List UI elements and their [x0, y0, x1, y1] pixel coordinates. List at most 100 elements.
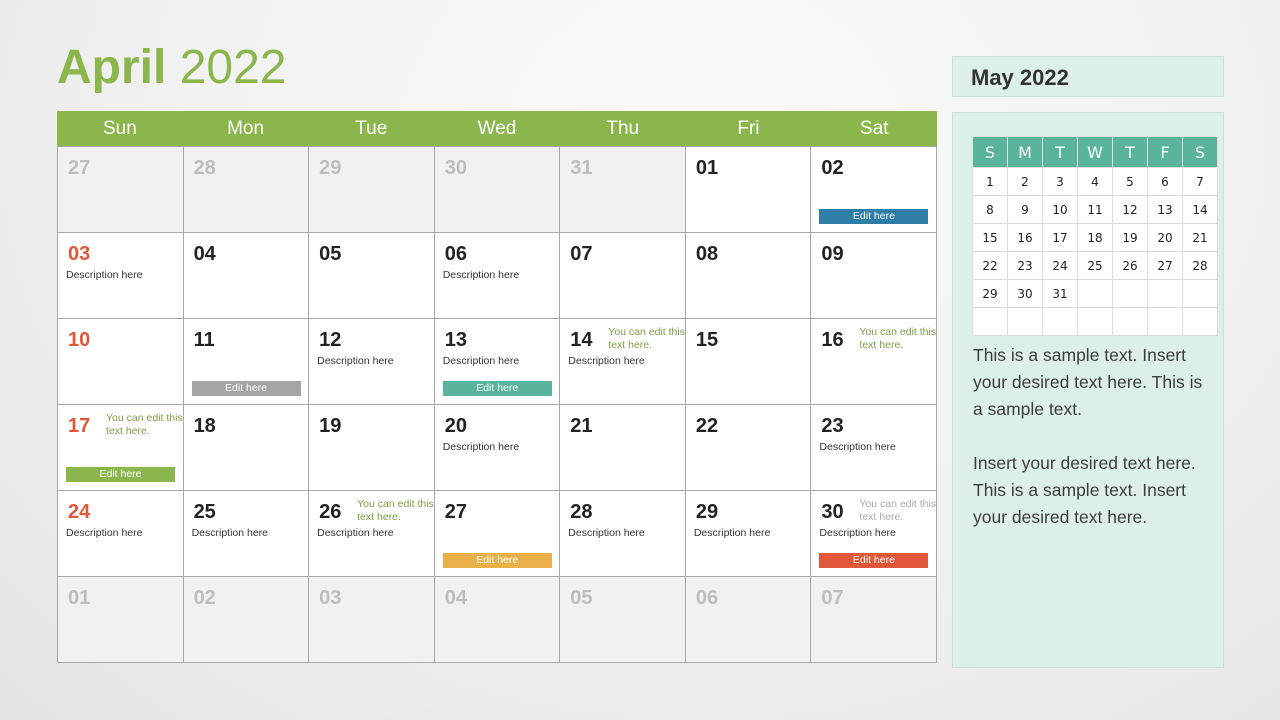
- day-cell[interactable]: 06: [685, 577, 812, 663]
- mini-day: 10: [1042, 195, 1078, 224]
- may-title: May 2022: [971, 65, 1069, 90]
- day-cell[interactable]: 02: [183, 577, 310, 663]
- day-cell[interactable]: 21: [560, 405, 686, 491]
- day-cell[interactable]: 19: [309, 405, 435, 491]
- weekday-mon: Mon: [227, 118, 265, 139]
- mini-week-row: 15 16 17 18 19 20 21: [972, 223, 1218, 252]
- day-cell[interactable]: 17 You can edit this text here. Edit here: [58, 405, 184, 491]
- day-cell[interactable]: 03: [309, 577, 435, 663]
- mini-day: [1077, 307, 1113, 336]
- day-description: Description here: [191, 527, 269, 539]
- day-number: 08: [695, 243, 719, 265]
- day-number: 17: [68, 415, 91, 437]
- day-description: Description here: [819, 441, 896, 453]
- day-number: 28: [570, 501, 593, 523]
- day-description: Description here: [442, 355, 520, 367]
- day-cell[interactable]: 01: [685, 147, 812, 233]
- day-number: 10: [68, 329, 91, 351]
- mini-day: [1042, 307, 1078, 336]
- mini-day: 9: [1007, 195, 1043, 224]
- day-number: 03: [68, 243, 91, 265]
- edit-here-button[interactable]: Edit here: [442, 381, 552, 396]
- mini-day: [1007, 307, 1043, 336]
- day-cell[interactable]: 20 Description here: [434, 405, 561, 491]
- day-cell[interactable]: 28: [183, 147, 310, 233]
- day-cell[interactable]: 05: [309, 233, 435, 319]
- day-cell[interactable]: 02 Edit here: [811, 147, 937, 233]
- april-calendar: Sun Mon Tue Wed Thu Fri Sat 27 28 29 30 31 01 02 Edit…: [57, 111, 937, 663]
- day-cell[interactable]: 23 Description here: [811, 405, 937, 491]
- mini-weekday: S: [972, 136, 1008, 168]
- edit-here-button[interactable]: Edit here: [66, 467, 175, 482]
- day-number: 30: [821, 501, 844, 523]
- day-cell[interactable]: 30: [434, 147, 561, 233]
- day-number: 09: [821, 243, 844, 265]
- edit-here-button[interactable]: Edit here: [442, 553, 552, 568]
- day-number: 26: [319, 501, 342, 523]
- mini-day: 18: [1077, 223, 1113, 252]
- mini-day: 17: [1042, 223, 1078, 252]
- day-cell[interactable]: 26 You can edit this text here. Descriptio…: [309, 491, 435, 577]
- edit-here-button[interactable]: Edit here: [819, 553, 929, 568]
- sidebar-text-2: Insert your desired text here. This is a…: [973, 453, 1196, 527]
- day-number: 07: [570, 243, 593, 265]
- day-cell[interactable]: 24 Description here: [58, 491, 184, 577]
- title-month: April: [57, 41, 167, 94]
- day-cell[interactable]: 05: [560, 577, 686, 663]
- day-cell[interactable]: 18: [183, 405, 310, 491]
- day-cell[interactable]: 29: [309, 147, 435, 233]
- day-cell[interactable]: 27: [58, 147, 184, 233]
- mini-day: [972, 307, 1008, 336]
- day-cell[interactable]: 16 You can edit this text here.: [811, 319, 937, 405]
- day-cell[interactable]: 04: [183, 233, 310, 319]
- edit-here-button[interactable]: Edit here: [191, 381, 301, 396]
- mini-day: [1147, 279, 1183, 308]
- day-cell[interactable]: 03 Description here: [58, 233, 184, 319]
- mini-day: 21: [1182, 223, 1218, 252]
- mini-day: 24: [1042, 251, 1078, 280]
- edit-here-button[interactable]: Edit here: [819, 209, 929, 224]
- day-number: 04: [444, 587, 467, 609]
- day-description: Description here: [693, 527, 771, 539]
- day-cell[interactable]: 10: [58, 319, 184, 405]
- day-cell[interactable]: 12 Description here: [309, 319, 435, 405]
- day-cell[interactable]: 25 Description here: [183, 491, 310, 577]
- day-cell[interactable]: 01: [58, 577, 184, 663]
- day-cell[interactable]: 09: [811, 233, 937, 319]
- day-cell[interactable]: 22: [685, 405, 812, 491]
- mini-day: 6: [1147, 167, 1183, 196]
- may-title-box: May 2022: [952, 56, 1224, 97]
- day-description: Description here: [317, 355, 394, 367]
- day-cell[interactable]: 27 Edit here: [434, 491, 561, 577]
- day-cell[interactable]: 13 Description here Edit here: [434, 319, 561, 405]
- day-cell[interactable]: 29 Description here: [685, 491, 812, 577]
- day-cell[interactable]: 06 Description here: [434, 233, 561, 319]
- day-cell[interactable]: 04: [434, 577, 561, 663]
- weekday-sat: Sat: [859, 118, 889, 139]
- day-note: You can edit this text here.: [106, 412, 183, 437]
- day-note: You can edit this text here.: [859, 498, 937, 523]
- day-number: 28: [193, 157, 216, 179]
- day-cell[interactable]: 15: [685, 319, 812, 405]
- day-note: You can edit this text here.: [859, 326, 937, 351]
- mini-day: 28: [1182, 251, 1218, 280]
- day-description: Description here: [568, 355, 645, 367]
- day-cell[interactable]: 30 You can edit this text here. Descriptio…: [811, 491, 937, 577]
- day-number: 14: [570, 329, 593, 351]
- mini-week-row: 1234567: [972, 167, 1218, 196]
- day-cell[interactable]: 07: [811, 577, 937, 663]
- day-number: 15: [695, 329, 719, 351]
- mini-weekday: S: [1182, 136, 1218, 168]
- day-cell[interactable]: 31: [560, 147, 686, 233]
- day-cell[interactable]: 07: [560, 233, 686, 319]
- day-cell[interactable]: 08: [685, 233, 812, 319]
- mini-day: 2: [1007, 167, 1043, 196]
- day-cell[interactable]: 14 You can edit this text here. Descriptio…: [560, 319, 686, 405]
- day-number: 29: [695, 501, 719, 523]
- day-cell[interactable]: 28 Description here: [560, 491, 686, 577]
- sidebar-panel: S M T W T F S 1 2 3 4 5 6 7 8 9 10 11 12 13 14 15 16 17 18 19 20 21…: [952, 112, 1224, 668]
- day-cell[interactable]: 11 Edit here: [183, 319, 310, 405]
- mini-day: 16: [1007, 223, 1043, 252]
- day-number: 04: [193, 243, 216, 265]
- mini-weekday: T: [1042, 136, 1078, 168]
